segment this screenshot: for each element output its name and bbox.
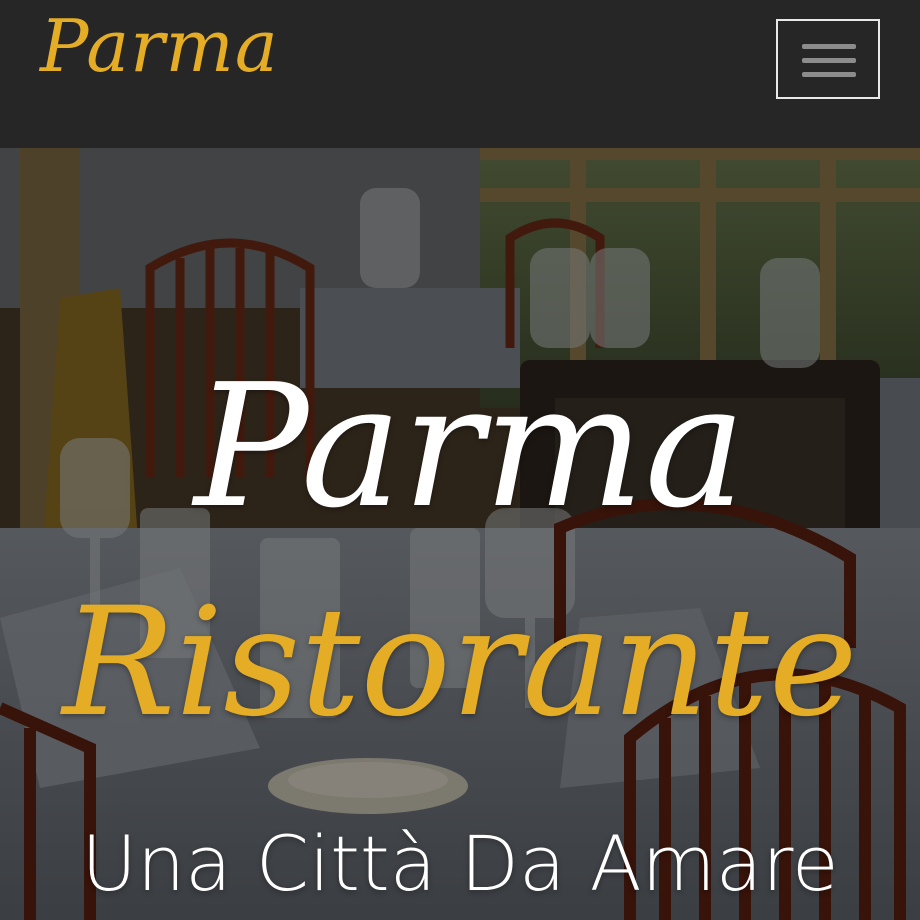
navbar: Parma — [0, 0, 920, 148]
hero-tagline: Una Città Da Amare — [81, 819, 839, 908]
hero-subtitle: Ristorante — [62, 576, 858, 750]
hero-section: Parma Ristorante Una Città Da Amare — [0, 148, 920, 920]
brand-logo[interactable]: Parma — [40, 10, 279, 82]
hamburger-menu-button[interactable] — [776, 19, 880, 99]
hero-title: Parma — [194, 348, 746, 546]
